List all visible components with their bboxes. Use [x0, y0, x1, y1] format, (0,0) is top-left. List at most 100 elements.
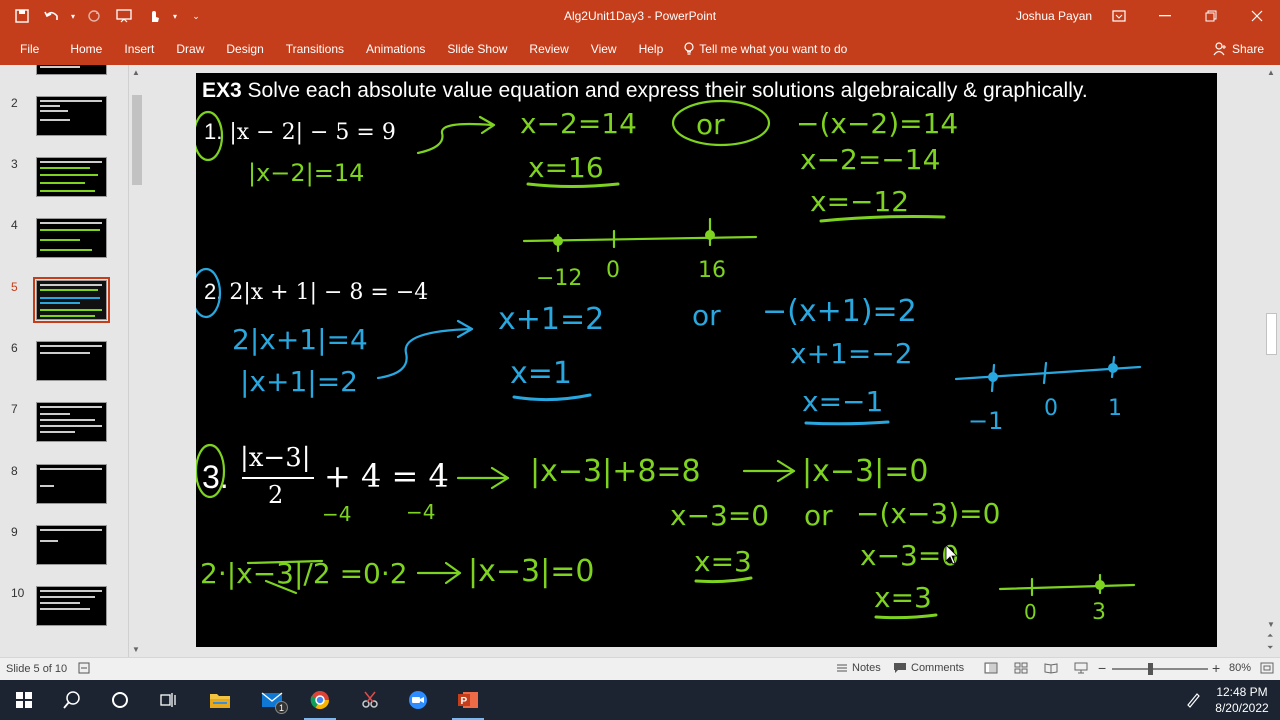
tab-slide-show[interactable]: Slide Show: [436, 32, 518, 65]
touch-mode-icon[interactable]: [140, 2, 168, 30]
zoom-in-button[interactable]: +: [1212, 660, 1220, 676]
ink-p3-case1: x−3=0: [670, 499, 769, 532]
thumbnail-number: 2: [11, 96, 18, 110]
ink-p2-tick-one: 1: [1108, 396, 1122, 421]
share-button[interactable]: Share: [1213, 32, 1264, 65]
ink-number-line-3: [998, 583, 1136, 591]
customize-qat-icon[interactable]: ⌄: [182, 2, 210, 30]
status-bar: Slide 5 of 10 Notes Comments − + 80%: [0, 657, 1280, 680]
ink-p3-tick-three: 3: [1092, 600, 1106, 625]
slide-thumbnail-7[interactable]: 7: [0, 402, 128, 452]
snipping-tool-icon[interactable]: [346, 680, 394, 720]
close-icon[interactable]: [1234, 0, 1280, 32]
zoom-level[interactable]: 80%: [1229, 662, 1251, 674]
fit-slide-icon[interactable]: [1260, 662, 1274, 674]
normal-view-button[interactable]: [984, 662, 998, 674]
scroll-down-icon[interactable]: ▼: [1267, 620, 1275, 629]
ink-p3-case2: −(x−3)=0: [856, 497, 1000, 530]
tab-animations[interactable]: Animations: [355, 32, 436, 65]
slide-thumbnail-4[interactable]: 4: [0, 218, 128, 268]
share-label: Share: [1231, 41, 1264, 56]
thumbnail-image: [36, 96, 107, 136]
save-icon[interactable]: [8, 2, 36, 30]
tab-draw[interactable]: Draw: [165, 32, 215, 65]
ink-p2-tick-neg1: −1: [968, 407, 1003, 435]
slide-thumbnail-3[interactable]: 3: [0, 157, 128, 207]
ink-p2-sol2: x=−1: [802, 385, 883, 418]
slideshow-view-button[interactable]: [1074, 662, 1088, 674]
thumbnail-number: 8: [11, 464, 18, 478]
tab-design[interactable]: Design: [215, 32, 274, 65]
tab-home[interactable]: Home: [59, 32, 113, 65]
thumbnail-scrollbar[interactable]: ▲ ▼: [128, 65, 145, 657]
tab-view[interactable]: View: [580, 32, 628, 65]
ink-dot-1: [1108, 363, 1118, 373]
slide-canvas[interactable]: EX3 Solve each absolute value equation a…: [196, 73, 1217, 647]
ink-p3-tick-zero: 0: [1024, 600, 1037, 624]
tab-insert[interactable]: Insert: [113, 32, 165, 65]
scroll-up-icon[interactable]: ▲: [1267, 68, 1275, 77]
thumbnail-image: [36, 402, 107, 442]
tab-transitions[interactable]: Transitions: [275, 32, 355, 65]
ink-underline-p3-sol2: [874, 613, 938, 620]
ink-dot-16: [705, 230, 715, 240]
restore-icon[interactable]: [1188, 0, 1234, 32]
tab-help[interactable]: Help: [628, 32, 675, 65]
system-clock[interactable]: 12:48 PM 8/20/2022: [1210, 684, 1274, 716]
search-icon[interactable]: [48, 680, 96, 720]
tell-me-search[interactable]: Tell me what you want to do: [674, 42, 847, 56]
minimize-icon[interactable]: [1142, 0, 1188, 32]
pen-workspace-icon[interactable]: [1176, 680, 1210, 720]
file-explorer-icon[interactable]: [196, 680, 244, 720]
ink-p3-sub2: −4: [406, 500, 435, 524]
thumbnail-image: [36, 525, 107, 565]
ink-p3-sol1: x=3: [694, 545, 752, 578]
scroll-up-icon[interactable]: ▲: [132, 68, 140, 77]
thumbnail-image: [36, 586, 107, 626]
undo-icon[interactable]: [38, 2, 66, 30]
chrome-icon[interactable]: [296, 680, 344, 720]
slide-thumbnail-2[interactable]: 2: [0, 96, 128, 146]
mail-icon[interactable]: 1: [248, 680, 296, 720]
next-slide-icon[interactable]: ⏷: [1267, 643, 1273, 653]
slide-thumbnail-10[interactable]: 10: [0, 586, 128, 636]
cortana-icon[interactable]: [96, 680, 144, 720]
task-view-icon[interactable]: [144, 680, 192, 720]
touch-dropdown-icon[interactable]: ▾: [170, 2, 180, 30]
scrollbar-thumb[interactable]: [132, 95, 142, 185]
user-name[interactable]: Joshua Payan: [1016, 9, 1092, 23]
zoom-out-button[interactable]: −: [1098, 660, 1106, 676]
slideshow-icon: [1074, 662, 1088, 674]
ink-dot-neg1: [988, 372, 998, 382]
reading-view-button[interactable]: [1044, 662, 1058, 674]
powerpoint-icon[interactable]: P: [444, 680, 492, 720]
ink-circle-2: [196, 267, 222, 319]
zoom-slider[interactable]: [1112, 668, 1208, 670]
ribbon-display-options-icon[interactable]: [1096, 0, 1142, 32]
ink-underline-p2-sol2: [804, 420, 890, 426]
windows-start-icon[interactable]: [0, 680, 48, 720]
previous-slide-icon[interactable]: ⏶: [1267, 631, 1273, 641]
slide-thumbnail-9[interactable]: 9: [0, 525, 128, 575]
scroll-down-icon[interactable]: ▼: [132, 645, 140, 654]
slide-counter: Slide 5 of 10: [6, 663, 68, 675]
present-icon[interactable]: [110, 2, 138, 30]
tab-review[interactable]: Review: [518, 32, 579, 65]
scrollbar-thumb[interactable]: [1266, 313, 1277, 355]
slide-thumbnail-8[interactable]: 8: [0, 464, 128, 514]
comments-button[interactable]: Comments: [893, 662, 964, 674]
thumbnail-number: 9: [11, 525, 18, 539]
slide-sorter-button[interactable]: [1014, 662, 1028, 674]
redo-icon[interactable]: [80, 2, 108, 30]
zoom-slider-thumb[interactable]: [1148, 663, 1153, 675]
undo-dropdown-icon[interactable]: ▾: [68, 2, 78, 30]
accessibility-icon[interactable]: [78, 662, 90, 674]
ink-p1-step: |x−2|=14: [248, 159, 364, 187]
notes-button[interactable]: Notes: [836, 662, 881, 674]
slide-scrollbar[interactable]: ▲ ▼ ⏶ ⏷: [1263, 65, 1280, 657]
tab-file[interactable]: File: [0, 32, 59, 65]
zoom-app-icon[interactable]: [394, 680, 442, 720]
ink-p3-or: or: [804, 499, 833, 532]
slide-thumbnail-6[interactable]: 6: [0, 341, 128, 391]
slide-thumbnail-5[interactable]: 5: [0, 277, 128, 330]
